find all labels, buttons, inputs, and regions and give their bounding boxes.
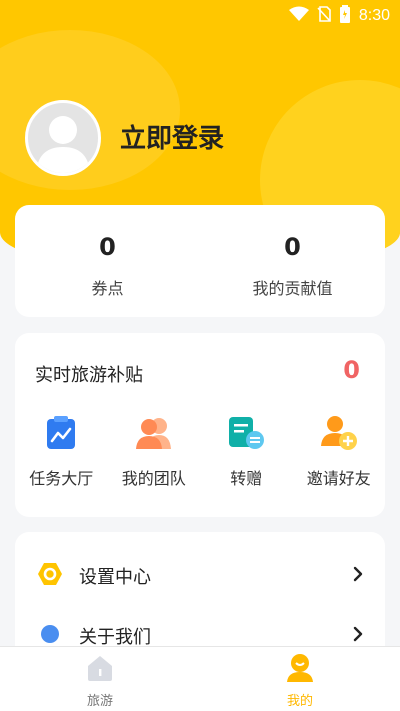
transfer-icon <box>226 413 266 453</box>
header-decoration <box>0 30 180 190</box>
avatar[interactable] <box>25 100 101 176</box>
chevron-right-icon <box>353 626 363 646</box>
subsidy-value: 0 <box>343 356 360 384</box>
action-label: 任务大厅 <box>29 469 94 488</box>
invite-friend-icon <box>319 413 359 453</box>
action-my-team[interactable]: 我的团队 <box>108 413 201 489</box>
menu-item-label: 设置中心 <box>79 567 151 588</box>
tab-travel[interactable]: 旅游 <box>0 647 200 711</box>
no-sim-icon <box>317 6 331 26</box>
wifi-icon <box>288 6 309 26</box>
stats-card: 0 券点 0 我的贡献值 <box>15 205 385 317</box>
action-transfer[interactable]: 转赠 <box>200 413 293 489</box>
tab-mine[interactable]: 我的 <box>200 647 400 711</box>
bottom-tab-bar: 旅游 我的 <box>0 646 400 711</box>
stat-coupon-points[interactable]: 0 券点 <box>15 205 200 317</box>
tab-label: 旅游 <box>86 694 113 709</box>
action-invite-friend[interactable]: 邀请好友 <box>293 413 386 489</box>
stat-label: 券点 <box>91 279 124 298</box>
travel-icon <box>85 653 115 687</box>
mine-icon <box>285 653 315 687</box>
battery-icon <box>339 5 351 27</box>
action-label: 邀请好友 <box>306 469 371 488</box>
settings-icon <box>37 562 63 590</box>
status-time: 8:30 <box>358 7 390 24</box>
stat-value: 0 <box>99 233 116 261</box>
tab-label: 我的 <box>286 694 313 709</box>
task-hall-icon <box>41 413 81 453</box>
stat-value: 0 <box>284 233 301 261</box>
subsidy-card: 实时旅游补贴 0 任务大厅 我的团队 转赠 邀请好友 <box>15 333 385 517</box>
login-button[interactable]: 立即登录 <box>120 118 224 155</box>
stat-label: 我的贡献值 <box>252 279 333 298</box>
status-bar: 8:30 <box>0 0 400 32</box>
menu-card: 设置中心 关于我们 <box>15 532 385 662</box>
default-avatar-icon <box>36 116 90 173</box>
team-icon <box>134 413 174 453</box>
action-label: 转赠 <box>230 469 263 488</box>
stat-contribution[interactable]: 0 我的贡献值 <box>200 205 385 317</box>
action-grid: 任务大厅 我的团队 转赠 邀请好友 <box>15 413 385 489</box>
subsidy-title: 实时旅游补贴 <box>35 365 143 386</box>
menu-item-settings[interactable]: 设置中心 <box>15 548 385 604</box>
action-label: 我的团队 <box>121 469 186 488</box>
action-task-hall[interactable]: 任务大厅 <box>15 413 108 489</box>
chevron-right-icon <box>353 566 363 586</box>
